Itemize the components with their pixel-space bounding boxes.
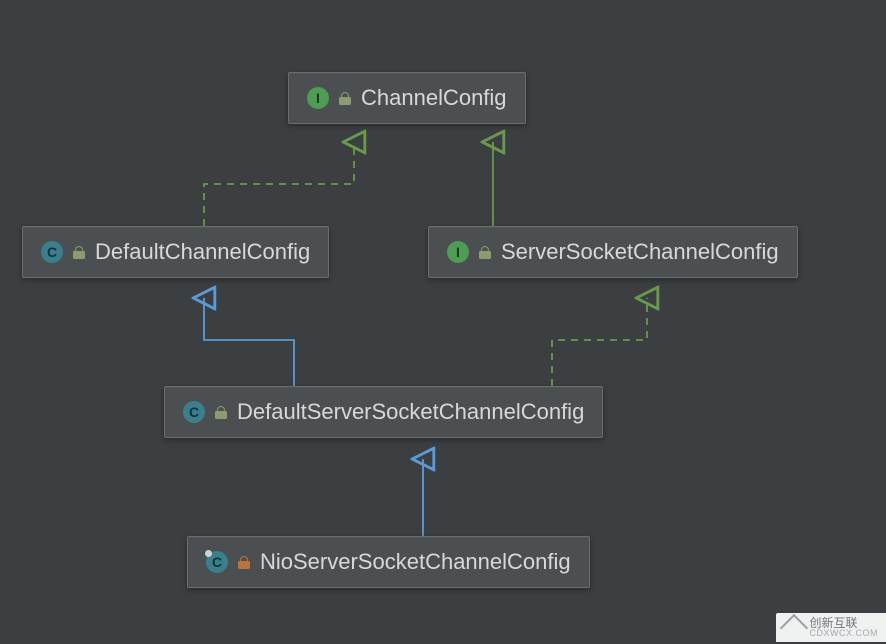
node-nioserversocketchannelconfig[interactable]: C NioServerSocketChannelConfig [187,536,590,588]
node-serversocketchannelconfig[interactable]: I ServerSocketChannelConfig [428,226,798,278]
node-label: NioServerSocketChannelConfig [260,549,571,575]
package-lock-icon [479,246,491,258]
watermark-url: CDXWCX.COM [810,629,879,638]
edge-dssc-defaultchannelconfig [204,298,294,386]
package-lock-icon [73,246,85,258]
node-defaultserversocketchannelconfig[interactable]: C DefaultServerSocketChannelConfig [164,386,603,438]
node-channelconfig[interactable]: I ChannelConfig [288,72,526,124]
static-marker-icon [205,550,212,557]
interface-icon: I [307,87,329,109]
class-icon: C [183,401,205,423]
package-lock-icon [339,92,351,104]
class-icon: C [41,241,63,263]
package-lock-icon [215,406,227,418]
node-label: DefaultServerSocketChannelConfig [237,399,584,425]
private-lock-icon [238,556,250,568]
node-defaultchannelconfig[interactable]: C DefaultChannelConfig [22,226,329,278]
node-label: ServerSocketChannelConfig [501,239,779,265]
node-label: ChannelConfig [361,85,507,111]
interface-icon: I [447,241,469,263]
node-label: DefaultChannelConfig [95,239,310,265]
edge-defaultchannelconfig-channelconfig [204,142,354,226]
watermark-logo-icon [779,613,807,641]
edge-dssc-serversocketchannelconfig [552,298,647,386]
watermark: 创新互联 CDXWCX.COM [776,613,886,642]
